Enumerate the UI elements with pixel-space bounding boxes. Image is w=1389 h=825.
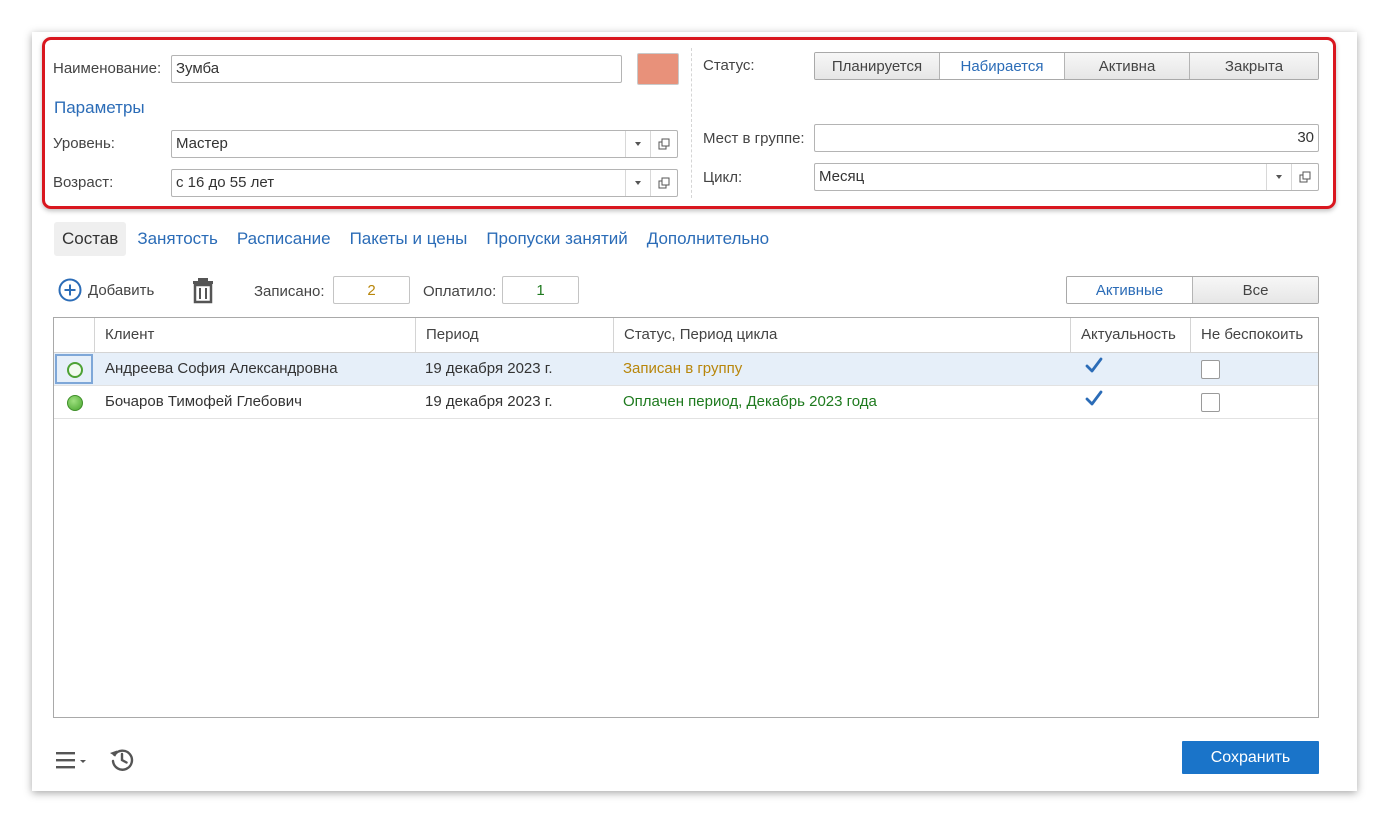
tab-additional[interactable]: Дополнительно: [639, 222, 777, 256]
client-name: Бочаров Тимофей Глебович: [105, 393, 302, 410]
status-option-active[interactable]: Активна: [1064, 53, 1189, 79]
cycle-dropdown-arrow-icon[interactable]: [1266, 164, 1290, 190]
filter-option-active[interactable]: Активные: [1067, 277, 1192, 303]
level-label: Уровень:: [53, 135, 115, 152]
color-swatch-button[interactable]: [637, 53, 679, 85]
cycle-label: Цикл:: [703, 169, 743, 186]
status-label: Статус:: [703, 57, 755, 74]
form-window: Наименование: Параметры Уровень: Мастер …: [32, 32, 1357, 791]
age-open-icon[interactable]: [650, 170, 676, 196]
tab-composition[interactable]: Состав: [54, 222, 127, 256]
checkmark-icon: [1085, 357, 1103, 373]
add-button-label: Добавить: [88, 281, 155, 299]
do-not-disturb-checkbox[interactable]: [1201, 360, 1220, 379]
status-option-recruiting[interactable]: Набирается: [939, 53, 1064, 79]
name-label: Наименование:: [53, 60, 162, 77]
section-divider: [691, 48, 692, 198]
level-select[interactable]: Мастер: [171, 130, 678, 158]
hamburger-menu-icon[interactable]: [56, 748, 90, 772]
filter-segmented-control[interactable]: Активные Все: [1066, 276, 1319, 304]
seats-label: Мест в группе:: [703, 130, 805, 147]
enrolled-count: 2: [333, 276, 410, 304]
client-name: Андреева София Александровна: [105, 360, 338, 377]
group-header-section: Наименование: Параметры Уровень: Мастер …: [42, 37, 1336, 209]
column-period[interactable]: Период: [415, 318, 613, 353]
tab-bar: Состав Занятость Расписание Пакеты и цен…: [54, 222, 777, 256]
params-title: Параметры: [54, 98, 145, 117]
row-status: Записан в группу: [623, 360, 743, 377]
period-date: 19 декабря 2023 г.: [425, 360, 553, 377]
name-field[interactable]: [171, 55, 622, 83]
table-row[interactable]: Бочаров Тимофей Глебович 19 декабря 2023…: [54, 386, 1318, 419]
enrolled-label: Записано:: [254, 283, 325, 300]
seats-input[interactable]: [819, 125, 1314, 151]
cycle-value: Месяц: [819, 168, 865, 185]
seats-field[interactable]: [814, 124, 1319, 152]
paid-count: 1: [502, 276, 579, 304]
do-not-disturb-checkbox[interactable]: [1201, 393, 1220, 412]
row-status: Оплачен период, Декабрь 2023 года: [623, 393, 877, 410]
status-option-closed[interactable]: Закрыта: [1189, 53, 1318, 79]
level-value: Мастер: [176, 135, 228, 152]
level-open-icon[interactable]: [650, 131, 676, 157]
status-indicator-icon: [67, 395, 83, 411]
column-client[interactable]: Клиент: [94, 318, 415, 353]
tab-packages-prices[interactable]: Пакеты и цены: [342, 222, 476, 256]
age-dropdown-arrow-icon[interactable]: [625, 170, 649, 196]
members-table: Клиент Период Статус, Период цикла Актуа…: [53, 317, 1319, 718]
name-input[interactable]: [176, 56, 617, 82]
filter-option-all[interactable]: Все: [1192, 277, 1318, 303]
age-select[interactable]: с 16 до 55 лет: [171, 169, 678, 197]
column-do-not-disturb[interactable]: Не беспокоить: [1190, 318, 1318, 353]
paid-label: Оплатило:: [423, 283, 497, 300]
save-button[interactable]: Сохранить: [1182, 741, 1319, 774]
trash-icon[interactable]: [190, 276, 216, 304]
column-actuality[interactable]: Актуальность: [1070, 318, 1190, 353]
tab-missed-classes[interactable]: Пропуски занятий: [478, 222, 635, 256]
cycle-open-icon[interactable]: [1291, 164, 1317, 190]
table-row[interactable]: Андреева София Александровна 19 декабря …: [54, 353, 1318, 386]
status-indicator-icon: [67, 362, 83, 378]
age-value: с 16 до 55 лет: [176, 174, 275, 191]
checkmark-icon: [1085, 390, 1103, 406]
plus-circle-icon: [58, 278, 82, 302]
status-segmented-control[interactable]: Планируется Набирается Активна Закрыта: [814, 52, 1319, 80]
status-option-planned[interactable]: Планируется: [815, 53, 939, 79]
history-icon[interactable]: [108, 745, 136, 773]
cycle-select[interactable]: Месяц: [814, 163, 1319, 191]
column-status[interactable]: Статус, Период цикла: [613, 318, 1070, 353]
table-header: Клиент Период Статус, Период цикла Актуа…: [54, 318, 1318, 353]
add-button[interactable]: Добавить: [58, 278, 154, 302]
period-date: 19 декабря 2023 г.: [425, 393, 553, 410]
tab-schedule[interactable]: Расписание: [229, 222, 339, 256]
tab-occupancy[interactable]: Занятость: [129, 222, 226, 256]
level-dropdown-arrow-icon[interactable]: [625, 131, 649, 157]
age-label: Возраст:: [53, 174, 114, 191]
